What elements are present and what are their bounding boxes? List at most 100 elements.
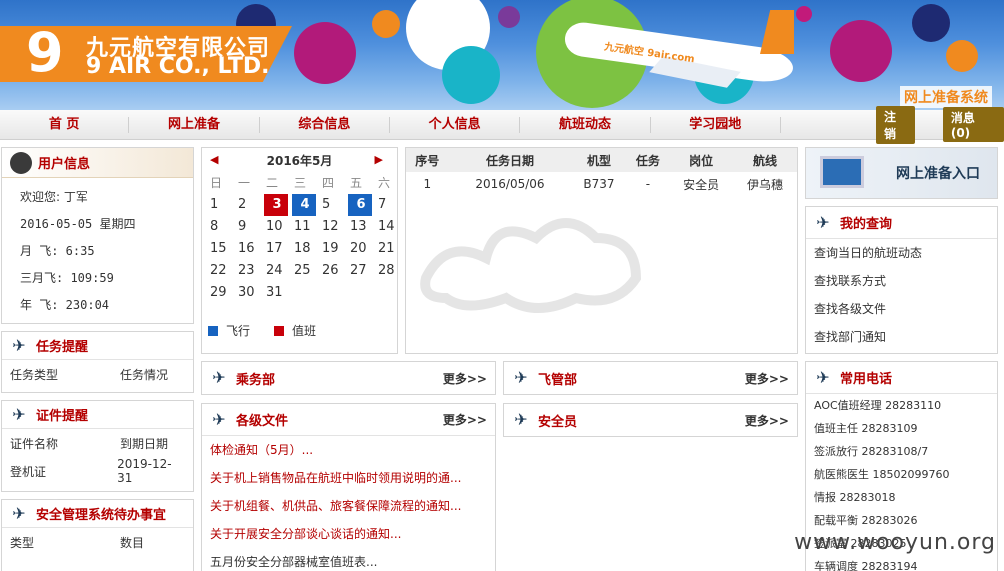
crew-panel: ✈ 乘务部 更多>>	[201, 361, 496, 395]
monitor-icon	[820, 156, 864, 188]
next-month-icon[interactable]: ▶	[375, 153, 383, 166]
user-year-flight: 年 飞: 230:04	[20, 298, 110, 312]
calendar-day[interactable]: 2	[236, 194, 264, 216]
calendar-day[interactable]: 10	[264, 216, 292, 238]
flight-mgmt-more-link[interactable]: 更多>>	[745, 370, 789, 387]
legend-fly-swatch	[208, 325, 218, 336]
prep-entry-button[interactable]: 网上准备入口	[805, 147, 998, 199]
task-table-panel: 序号 任务日期 机型 任务 岗位 航线 1 2016/05/06 B737 - …	[405, 147, 798, 354]
calendar-day[interactable]: 7	[376, 194, 404, 216]
table-row[interactable]: 登机证 2019-12-31	[2, 457, 193, 485]
calendar-day[interactable]: 18	[292, 238, 320, 260]
prep-entry-label: 网上准备入口	[896, 166, 980, 182]
calendar-day[interactable]: 26	[320, 260, 348, 282]
calendar-day[interactable]: 1	[208, 194, 236, 216]
docs-more-link[interactable]: 更多>>	[443, 411, 487, 428]
header-banner: 九元航空 9air.com 9 九元航空有限公司 9 AIR CO., LTD.…	[0, 0, 1004, 110]
calendar-day[interactable]: 11	[292, 216, 320, 238]
calendar-panel: ◀ 2016年5月 ▶ 日一二三四五六 1 2 3 4 5 6 7 8 9 10 11 12 13 14 15…	[201, 147, 398, 354]
security-more-link[interactable]: 更多>>	[745, 412, 789, 429]
calendar-day[interactable]: 23	[236, 260, 264, 282]
calendar-day[interactable]: 15	[208, 238, 236, 260]
calendar-day[interactable]: 27	[348, 260, 376, 282]
my-query-panel: ✈ 我的查询 查询当日的航班动态 查找联系方式 查找各级文件 查找部门通知	[805, 206, 998, 354]
cell-task: -	[645, 177, 651, 191]
flight-mgmt-header: ✈ 飞管部 更多>>	[504, 362, 797, 394]
list-item: 签派放行 28283108/7	[814, 445, 929, 458]
cert-reminder-title: 证件提醒	[36, 409, 89, 424]
nav-prep[interactable]: 网上准备	[129, 116, 260, 133]
calendar-day[interactable]: 25	[292, 260, 320, 282]
column-type: 类型	[10, 535, 35, 550]
crew-more-link[interactable]: 更多>>	[443, 370, 487, 387]
calendar-day[interactable]: 20	[348, 238, 376, 260]
calendar-day[interactable]: 8	[208, 216, 236, 238]
doc-link[interactable]: 关于机上销售物品在航班中临时领用说明的通...	[202, 464, 495, 492]
docs-panel: ✈ 各级文件 更多>> 体检通知（5月）... 关于机上销售物品在航班中临时领用…	[201, 403, 496, 571]
messages-button[interactable]: 消息 (0)	[942, 107, 1004, 142]
nav-personal-info[interactable]: 个人信息	[390, 116, 521, 133]
calendar-weekday: 日	[210, 176, 223, 190]
query-docs-link[interactable]: 查找各级文件	[806, 295, 997, 323]
calendar-day[interactable]: 17	[264, 238, 292, 260]
column-count: 数目	[120, 535, 145, 550]
calendar-day[interactable]: 12	[320, 216, 348, 238]
list-item: 配载平衡 28283026	[814, 514, 918, 527]
calendar-day[interactable]: 14	[376, 216, 404, 238]
task-reminder-panel: ✈ 任务提醒 任务类型 任务情况	[1, 331, 194, 393]
phones-title: 常用电话	[840, 372, 893, 387]
user-avatar-icon	[10, 152, 32, 174]
calendar-day[interactable]: 30	[236, 282, 264, 304]
cell-date: 2016/05/06	[475, 177, 545, 191]
calendar-day[interactable]: 29	[208, 282, 236, 304]
cell-position: 安全员	[683, 177, 720, 192]
calendar-day[interactable]: 28	[376, 260, 404, 282]
docs-header: ✈ 各级文件 更多>>	[202, 404, 495, 436]
task-table: 序号 任务日期 机型 任务 岗位 航线 1 2016/05/06 B737 - …	[406, 148, 797, 196]
user-three-month-flight: 三月飞: 109:59	[20, 271, 114, 285]
airplane-icon: ✈	[12, 503, 26, 523]
calendar-day[interactable]: 22	[208, 260, 236, 282]
prev-month-icon[interactable]: ◀	[210, 153, 218, 166]
column-expiry-date: 到期日期	[120, 436, 169, 451]
logout-button[interactable]: 注销	[876, 105, 915, 144]
airplane-tail	[760, 10, 794, 54]
calendar-day[interactable]: 19	[320, 238, 348, 260]
airplane-icon: ✈	[12, 404, 26, 424]
doc-link[interactable]: 关于开展安全分部谈心谈话的通知...	[202, 520, 495, 548]
table-row[interactable]: 1 2016/05/06 B737 - 安全员 伊乌穗	[406, 172, 797, 196]
legend-fly-label: 飞行	[226, 324, 251, 338]
calendar-day[interactable]: 24	[264, 260, 292, 282]
cert-reminder-columns: 证件名称 到期日期	[2, 429, 193, 457]
header-position: 岗位	[669, 148, 734, 172]
list-item: 值班主任 28283109	[814, 422, 918, 435]
nav-learning[interactable]: 学习园地	[651, 116, 781, 133]
safety-todo-header: ✈ 安全管理系统待办事宜	[2, 500, 193, 528]
user-welcome: 欢迎您: 丁军	[20, 190, 88, 204]
calendar-day[interactable]: 3	[264, 194, 288, 216]
calendar-day[interactable]: 5	[320, 194, 348, 216]
my-query-title: 我的查询	[840, 217, 893, 232]
nav-general-info[interactable]: 综合信息	[260, 116, 390, 133]
user-info-title: 用户信息	[38, 157, 91, 172]
calendar-day[interactable]: 9	[236, 216, 264, 238]
calendar-legend: 飞行 值班	[208, 322, 316, 339]
calendar-day[interactable]: 6	[348, 194, 372, 216]
calendar-day[interactable]: 21	[376, 238, 404, 260]
query-flight-status-link[interactable]: 查询当日的航班动态	[806, 239, 997, 267]
calendar-day[interactable]: 31	[264, 282, 292, 304]
calendar-day[interactable]: 4	[292, 194, 316, 216]
nav-flight-status[interactable]: 航班动态	[520, 116, 651, 133]
query-contacts-link[interactable]: 查找联系方式	[806, 267, 997, 295]
doc-link[interactable]: 关于机组餐、机供品、旅客餐保障流程的通知...	[202, 492, 495, 520]
calendar-day[interactable]: 13	[348, 216, 376, 238]
nav-home[interactable]: 首 页	[0, 116, 130, 133]
column-task-type: 任务类型	[10, 367, 59, 382]
doc-link[interactable]: 五月份安全分部器械室值班表...	[202, 548, 495, 571]
column-task-status: 任务情况	[120, 367, 169, 382]
calendar-day[interactable]: 16	[236, 238, 264, 260]
query-notices-link[interactable]: 查找部门通知	[806, 323, 997, 351]
doc-link[interactable]: 体检通知（5月）...	[202, 436, 495, 464]
column-cert-name: 证件名称	[10, 436, 59, 451]
airplane-icon: ✈	[514, 368, 528, 387]
